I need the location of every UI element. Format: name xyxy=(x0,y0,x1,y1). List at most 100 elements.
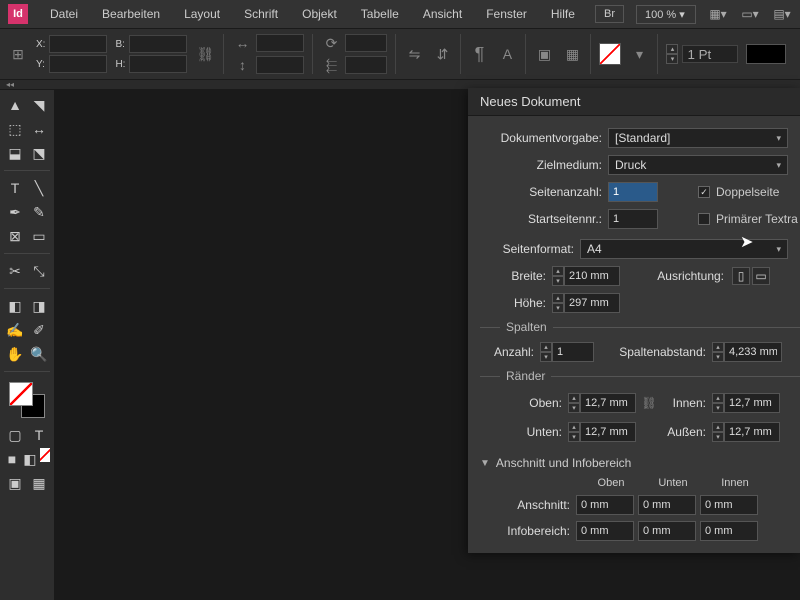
width-spinner[interactable]: ▴▾ xyxy=(552,266,564,286)
preview-icon[interactable]: ▦ xyxy=(28,472,50,494)
type-tool[interactable]: T xyxy=(4,177,26,199)
margin-bottom-spinner[interactable]: ▴▾ xyxy=(568,422,580,442)
intent-select[interactable]: Druck xyxy=(608,155,788,175)
shear-icon: ⬱ xyxy=(321,55,341,75)
height-input[interactable] xyxy=(564,293,620,313)
apply-gradient-icon[interactable]: ◧ xyxy=(22,448,38,470)
pencil-tool[interactable]: ✎ xyxy=(28,201,50,223)
scale-y-icon: ↕ xyxy=(232,55,252,75)
w-input[interactable] xyxy=(129,35,187,53)
shear-input[interactable] xyxy=(345,56,387,74)
hand-tool[interactable]: ✋ xyxy=(4,343,26,365)
y-input[interactable] xyxy=(49,55,107,73)
gap-tool[interactable]: ↔ xyxy=(28,118,50,140)
flip-v-icon[interactable]: ⇵ xyxy=(432,44,452,64)
menu-layout[interactable]: Layout xyxy=(174,3,230,25)
margin-inside-input[interactable] xyxy=(724,393,780,413)
free-transform-tool[interactable]: ⤡ xyxy=(28,260,50,282)
scissors-tool[interactable]: ✂ xyxy=(4,260,26,282)
gutter-input[interactable] xyxy=(724,342,782,362)
gradient-swatch-tool[interactable]: ◧ xyxy=(4,295,26,317)
fill-stroke-swatch[interactable] xyxy=(9,382,45,418)
eyedropper-tool[interactable]: ✐ xyxy=(28,319,50,341)
facing-pages-checkbox[interactable]: ✓Doppelseite xyxy=(698,185,779,199)
text-wrap2-icon[interactable]: ▦ xyxy=(562,44,582,64)
apply-none-icon[interactable] xyxy=(40,448,50,462)
rectangle-frame-tool[interactable]: ⊠ xyxy=(4,225,26,247)
normal-view-icon[interactable]: ▣ xyxy=(4,472,26,494)
menu-table[interactable]: Tabelle xyxy=(351,3,409,25)
line-tool[interactable]: ╲ xyxy=(28,177,50,199)
x-label: X: xyxy=(36,39,45,50)
bleed-inside-input[interactable] xyxy=(700,495,758,515)
h-input[interactable] xyxy=(129,55,187,73)
menu-file[interactable]: Datei xyxy=(40,3,88,25)
pages-input[interactable] xyxy=(608,182,658,202)
menu-edit[interactable]: Bearbeiten xyxy=(92,3,170,25)
content-placer-tool[interactable]: ⬔ xyxy=(28,142,50,164)
slug-bottom-input[interactable] xyxy=(638,521,696,541)
margin-top-spinner[interactable]: ▴▾ xyxy=(568,393,580,413)
width-input[interactable] xyxy=(564,266,620,286)
menu-view[interactable]: Ansicht xyxy=(413,3,472,25)
note-tool[interactable]: ✍ xyxy=(4,319,26,341)
char-icon[interactable]: A xyxy=(497,44,517,64)
menu-window[interactable]: Fenster xyxy=(476,3,537,25)
stroke-weight-input[interactable] xyxy=(682,45,738,63)
margin-outside-spinner[interactable]: ▴▾ xyxy=(712,422,724,442)
link-margins-icon[interactable]: ⛓ xyxy=(642,391,656,415)
formatting-container-icon[interactable]: ▢ xyxy=(4,424,26,446)
formatting-text-icon[interactable]: T xyxy=(28,424,50,446)
menu-help[interactable]: Hilfe xyxy=(541,3,585,25)
x-input[interactable] xyxy=(49,35,107,53)
zoom-tool[interactable]: 🔍 xyxy=(28,343,50,365)
view-options-icon[interactable]: ▦▾ xyxy=(708,5,728,23)
fill-dropdown-icon[interactable]: ▾ xyxy=(629,44,649,64)
reference-point-icon[interactable]: ⊞ xyxy=(8,44,28,64)
rotate-input[interactable] xyxy=(345,34,387,52)
scale-x-input[interactable] xyxy=(256,34,304,52)
constrain-icon[interactable]: ⛓ xyxy=(195,44,215,64)
margin-inside-spinner[interactable]: ▴▾ xyxy=(712,393,724,413)
paragraph-icon[interactable]: ¶ xyxy=(469,44,489,64)
bleed-top-input[interactable] xyxy=(576,495,634,515)
slug-top-input[interactable] xyxy=(576,521,634,541)
menu-object[interactable]: Objekt xyxy=(292,3,347,25)
disclosure-icon[interactable]: ▼ xyxy=(480,458,490,469)
zoom-level[interactable]: 100 % ▾ xyxy=(636,5,696,24)
startpage-input[interactable] xyxy=(608,209,658,229)
apply-color-icon[interactable]: ■ xyxy=(4,448,20,470)
arrange-icon[interactable]: ▤▾ xyxy=(772,5,792,23)
margin-outside-input[interactable] xyxy=(724,422,780,442)
screen-mode-icon[interactable]: ▭▾ xyxy=(740,5,760,23)
bleed-bottom-input[interactable] xyxy=(638,495,696,515)
margin-top-input[interactable] xyxy=(580,393,636,413)
dialog-title: Neues Dokument xyxy=(468,88,800,116)
flip-h-icon[interactable]: ⇋ xyxy=(404,44,424,64)
stroke-weight-spinner[interactable]: ▴▾ xyxy=(666,44,678,64)
gradient-feather-tool[interactable]: ◨ xyxy=(28,295,50,317)
orientation-portrait[interactable]: ▯ xyxy=(732,267,750,285)
bridge-button[interactable]: Br xyxy=(595,5,624,23)
content-collector-tool[interactable]: ⬓ xyxy=(4,142,26,164)
slug-inside-input[interactable] xyxy=(700,521,758,541)
menu-type[interactable]: Schrift xyxy=(234,3,288,25)
fill-none-swatch[interactable] xyxy=(599,43,621,65)
height-spinner[interactable]: ▴▾ xyxy=(552,293,564,313)
margin-bottom-input[interactable] xyxy=(580,422,636,442)
text-wrap-icon[interactable]: ▣ xyxy=(534,44,554,64)
page-tool[interactable]: ⬚ xyxy=(4,118,26,140)
pen-tool[interactable]: ✒ xyxy=(4,201,26,223)
primary-textframe-checkbox[interactable]: Primärer Textra xyxy=(698,212,798,226)
gutter-spinner[interactable]: ▴▾ xyxy=(712,342,724,362)
orientation-landscape[interactable]: ▭ xyxy=(752,267,770,285)
direct-selection-tool[interactable]: ◥ xyxy=(28,94,50,116)
col-count-input[interactable] xyxy=(552,342,594,362)
rectangle-tool[interactable]: ▭ xyxy=(28,225,50,247)
scale-y-input[interactable] xyxy=(256,56,304,74)
format-select[interactable]: A4 xyxy=(580,239,788,259)
selection-tool[interactable]: ▲ xyxy=(4,94,26,116)
col-count-spinner[interactable]: ▴▾ xyxy=(540,342,552,362)
stroke-style-swatch[interactable] xyxy=(746,44,786,64)
preset-select[interactable]: [Standard] xyxy=(608,128,788,148)
